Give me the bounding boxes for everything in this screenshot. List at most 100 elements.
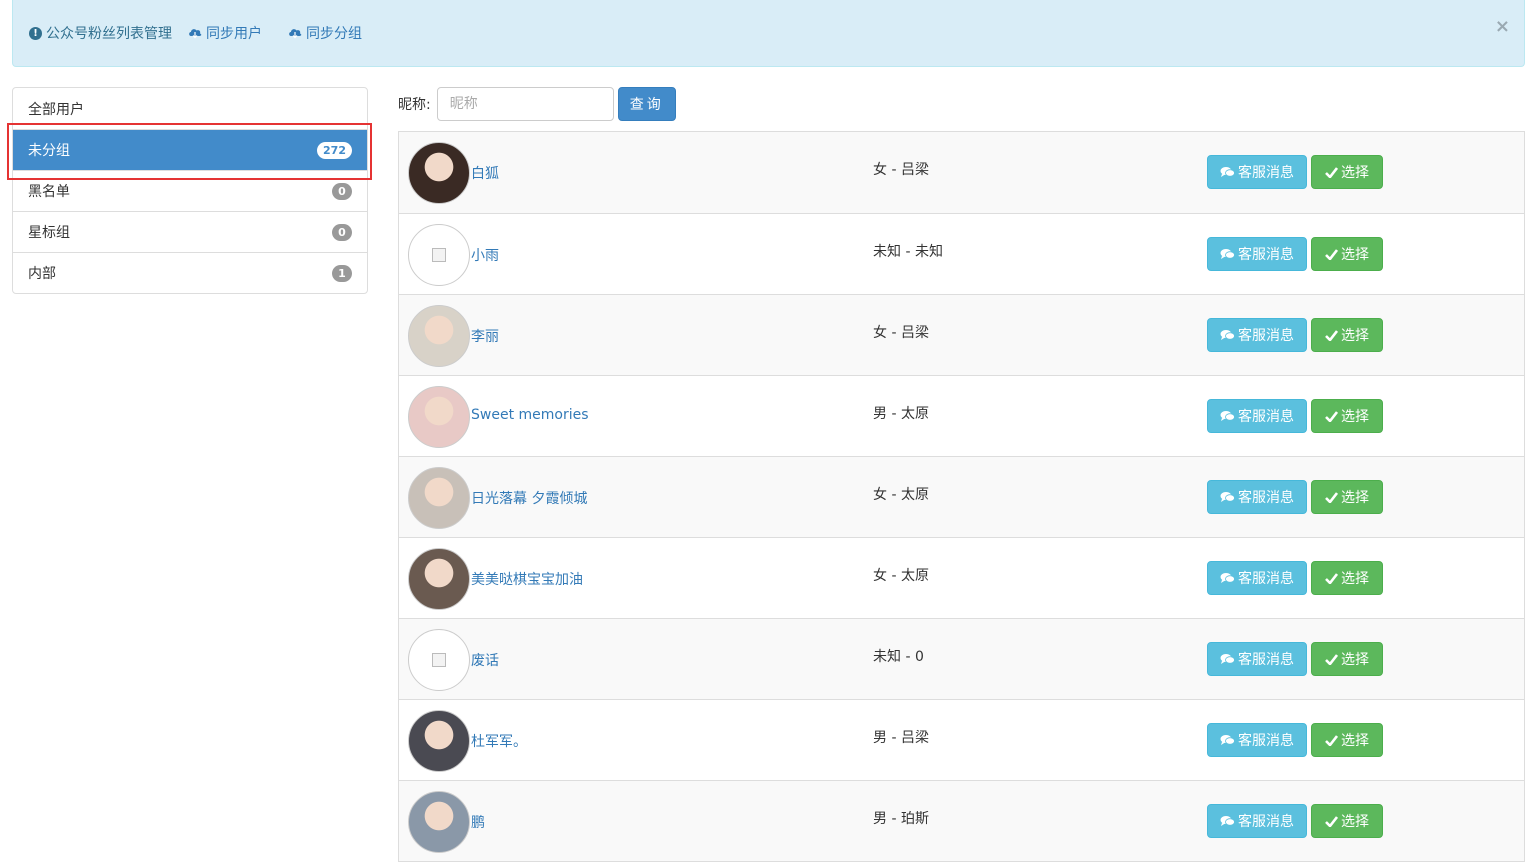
- table-row: 日光落幕 夕霞倾城 女 - 太原 客服消息 选择: [399, 456, 1524, 537]
- select-button[interactable]: 选择: [1311, 399, 1383, 433]
- customer-message-button[interactable]: 客服消息: [1207, 155, 1307, 189]
- cloud-download-icon: [289, 29, 302, 39]
- select-button[interactable]: 选择: [1311, 723, 1383, 757]
- select-label: 选择: [1341, 247, 1369, 263]
- user-nickname-link[interactable]: 鹏: [471, 812, 485, 832]
- comments-icon: [1220, 573, 1235, 583]
- customer-message-button[interactable]: 客服消息: [1207, 723, 1307, 757]
- user-gender-city: 男 - 珀斯: [873, 811, 929, 827]
- user-nickname-link[interactable]: 废话: [471, 650, 499, 670]
- select-button[interactable]: 选择: [1311, 480, 1383, 514]
- customer-message-button[interactable]: 客服消息: [1207, 561, 1307, 595]
- search-button[interactable]: 查询: [617, 87, 676, 121]
- user-nickname-link[interactable]: 美美哒棋宝宝加油: [471, 569, 583, 589]
- avatar: [408, 548, 470, 610]
- user-nickname-link[interactable]: 白狐: [471, 163, 499, 183]
- avatar: [408, 629, 470, 691]
- table-row: 废话 未知 - 0 客服消息 选择: [399, 618, 1524, 699]
- user-gender-city: 未知 - 未知: [873, 244, 943, 260]
- check-icon: [1325, 410, 1338, 422]
- select-label: 选择: [1341, 733, 1369, 749]
- user-nickname-link[interactable]: 李丽: [471, 326, 499, 346]
- comments-icon: [1220, 816, 1235, 826]
- customer-message-button[interactable]: 客服消息: [1207, 399, 1307, 433]
- table-row: 白狐 女 - 吕梁 客服消息 选择: [399, 132, 1524, 213]
- check-icon: [1325, 166, 1338, 178]
- alert-title: ! 公众号粉丝列表管理: [29, 23, 172, 43]
- avatar: [408, 386, 470, 448]
- customer-message-label: 客服消息: [1238, 733, 1294, 749]
- group-label: 未分组: [28, 143, 70, 159]
- user-gender-city: 女 - 吕梁: [873, 162, 929, 178]
- group-count-badge: 0: [332, 223, 352, 241]
- broken-image-icon: [432, 248, 446, 262]
- user-gender-city: 女 - 太原: [873, 568, 929, 584]
- group-item-internal[interactable]: 内部 1: [13, 252, 367, 293]
- check-icon: [1325, 491, 1338, 503]
- comments-icon: [1220, 654, 1235, 664]
- select-button[interactable]: 选择: [1311, 155, 1383, 189]
- avatar-image: [408, 710, 470, 772]
- avatar: [408, 142, 470, 204]
- customer-message-button[interactable]: 客服消息: [1207, 237, 1307, 271]
- user-gender-city: 未知 - 0: [873, 649, 924, 665]
- table-row: 美美哒棋宝宝加油 女 - 太原 客服消息 选择: [399, 537, 1524, 618]
- customer-message-button[interactable]: 客服消息: [1207, 642, 1307, 676]
- select-button[interactable]: 选择: [1311, 318, 1383, 352]
- customer-message-label: 客服消息: [1238, 814, 1294, 830]
- select-button[interactable]: 选择: [1311, 804, 1383, 838]
- group-item-blacklist[interactable]: 黑名单 0: [13, 170, 367, 211]
- group-count-badge: 272: [317, 141, 352, 159]
- customer-message-label: 客服消息: [1238, 409, 1294, 425]
- customer-message-label: 客服消息: [1238, 652, 1294, 668]
- select-button[interactable]: 选择: [1311, 642, 1383, 676]
- sync-users-link[interactable]: 同步用户: [188, 23, 262, 43]
- check-icon: [1325, 815, 1338, 827]
- avatar: [408, 224, 470, 286]
- group-list: 全部用户 未分组 272 黑名单 0 星标组 0 内部 1: [12, 87, 368, 294]
- select-button[interactable]: 选择: [1311, 237, 1383, 271]
- group-item-all[interactable]: 全部用户: [13, 88, 367, 129]
- select-label: 选择: [1341, 652, 1369, 668]
- user-nickname-link[interactable]: 杜军军。: [471, 731, 527, 751]
- user-nickname-link[interactable]: 小雨: [471, 245, 499, 265]
- group-label: 内部: [28, 266, 56, 282]
- user-nickname-link[interactable]: Sweet memories: [471, 407, 589, 423]
- table-row: 小雨 未知 - 未知 客服消息 选择: [399, 213, 1524, 294]
- sync-groups-link[interactable]: 同步分组: [288, 23, 362, 43]
- customer-message-button[interactable]: 客服消息: [1207, 480, 1307, 514]
- exclamation-circle-icon: !: [29, 26, 42, 40]
- cloud-download-icon: [189, 29, 202, 39]
- comments-icon: [1220, 492, 1235, 502]
- user-nickname-link[interactable]: 日光落幕 夕霞倾城: [471, 488, 587, 508]
- user-gender-city: 男 - 太原: [873, 406, 929, 422]
- select-label: 选择: [1341, 328, 1369, 344]
- comments-icon: [1220, 330, 1235, 340]
- comments-icon: [1220, 411, 1235, 421]
- check-icon: [1325, 734, 1338, 746]
- close-icon[interactable]: ×: [1495, 16, 1510, 37]
- nickname-search-input[interactable]: [436, 87, 614, 121]
- group-item-ungrouped[interactable]: 未分组 272: [13, 129, 367, 170]
- group-label: 全部用户: [28, 101, 84, 118]
- avatar-image: [408, 629, 470, 691]
- table-row: Sweet memories 男 - 太原 客服消息 选择: [399, 375, 1524, 456]
- customer-message-button[interactable]: 客服消息: [1207, 318, 1307, 352]
- avatar: [408, 791, 470, 853]
- customer-message-button[interactable]: 客服消息: [1207, 804, 1307, 838]
- customer-message-label: 客服消息: [1238, 165, 1294, 181]
- user-gender-city: 女 - 太原: [873, 487, 929, 503]
- group-item-starred[interactable]: 星标组 0: [13, 211, 367, 252]
- customer-message-label: 客服消息: [1238, 247, 1294, 263]
- select-button[interactable]: 选择: [1311, 561, 1383, 595]
- avatar-image: [408, 386, 470, 448]
- group-count-badge: 1: [332, 264, 352, 282]
- sync-groups-label: 同步分组: [306, 26, 362, 42]
- customer-message-label: 客服消息: [1238, 571, 1294, 587]
- user-gender-city: 女 - 吕梁: [873, 325, 929, 341]
- avatar-image: [408, 467, 470, 529]
- comments-icon: [1220, 735, 1235, 745]
- info-alert: ! 公众号粉丝列表管理 同步用户 同步分组 ×: [12, 0, 1525, 67]
- customer-message-label: 客服消息: [1238, 328, 1294, 344]
- sync-users-label: 同步用户: [206, 26, 262, 42]
